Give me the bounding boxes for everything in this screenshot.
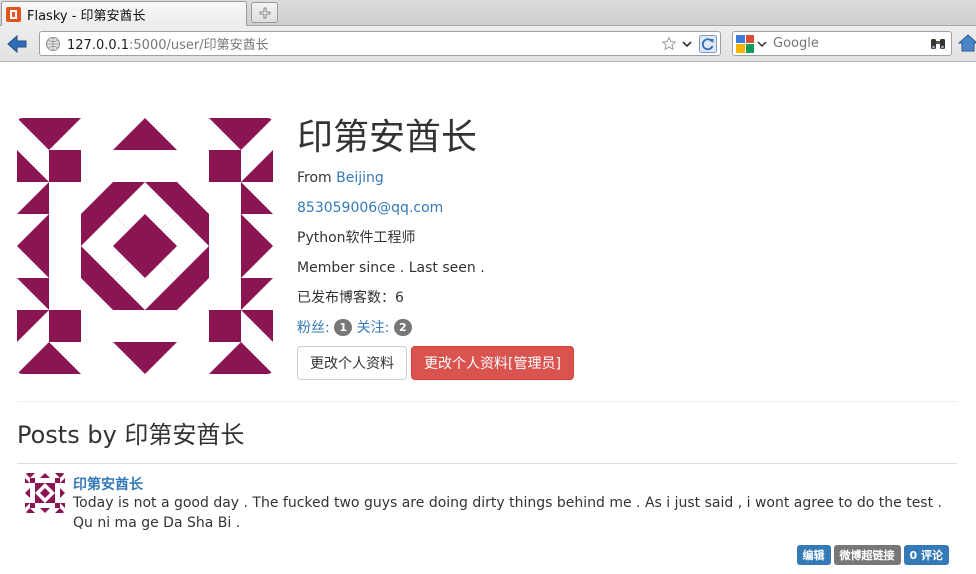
followers-label: 粉丝: xyxy=(297,320,330,336)
chevron-down-icon[interactable] xyxy=(757,39,767,49)
profile-info: 印第安酋长 From Beijing 853059006@qq.com Pyth… xyxy=(297,113,957,380)
back-button[interactable] xyxy=(4,32,30,56)
reload-icon[interactable] xyxy=(699,34,717,53)
location-link[interactable]: Beijing xyxy=(336,170,384,186)
url-path: :5000/user/印第安酋长 xyxy=(129,38,269,53)
plus-icon xyxy=(259,7,270,18)
profile-avatar xyxy=(17,118,273,374)
posts-heading: Posts by 印第安酋长 xyxy=(17,421,245,449)
member-since: Member since . Last seen . xyxy=(297,260,485,276)
search-engine-icon[interactable] xyxy=(736,34,754,53)
weibo-link-label[interactable]: 微博超链接 xyxy=(833,545,901,565)
firefox-favicon-icon xyxy=(6,6,21,22)
search-input[interactable] xyxy=(773,36,929,51)
tab-bar: Flasky - 印第安酋长 xyxy=(0,0,976,26)
following-link[interactable]: 关注: 2 xyxy=(356,319,412,336)
post-count: 已发布博客数：6 xyxy=(297,290,404,306)
comments-label[interactable]: 0 评论 xyxy=(903,545,949,565)
section-divider xyxy=(17,401,957,402)
post-body: Today is not a good day . The fucked two… xyxy=(73,495,942,531)
history-dropdown-icon[interactable] xyxy=(681,38,693,50)
from-label: From xyxy=(297,170,332,186)
profile-email-line: 853059006@qq.com xyxy=(297,198,957,218)
post-author-avatar[interactable] xyxy=(25,473,65,513)
followers-count-badge: 1 xyxy=(334,319,353,336)
url-text[interactable]: 127.0.0.1:5000/user/印第安酋长 xyxy=(67,34,661,53)
identicon-small-image xyxy=(25,473,65,513)
home-icon[interactable] xyxy=(958,33,976,53)
search-bar[interactable] xyxy=(732,31,952,56)
email-link[interactable]: 853059006@qq.com xyxy=(297,200,443,216)
edit-profile-admin-button[interactable]: 更改个人资料[管理员] xyxy=(411,346,574,380)
post-author-link[interactable]: 印第安酋长 xyxy=(73,474,143,494)
identicon-image xyxy=(17,118,273,374)
post-item: 印第安酋长 Today is not a good day . The fuck… xyxy=(17,464,957,574)
navigation-toolbar: 127.0.0.1:5000/user/印第安酋长 xyxy=(0,26,976,62)
following-count-badge: 2 xyxy=(393,319,412,336)
profile-location: From Beijing xyxy=(297,168,957,188)
binoculars-icon[interactable] xyxy=(929,35,947,53)
profile-actions: 更改个人资料 更改个人资料[管理员] xyxy=(297,346,957,380)
back-arrow-icon xyxy=(7,34,27,54)
browser-tab[interactable]: Flasky - 印第安酋长 xyxy=(1,1,247,26)
profile-username: 印第安酋长 xyxy=(297,117,478,158)
follow-stats: 粉丝: 1 关注: 2 xyxy=(297,318,957,338)
following-label: 关注: xyxy=(356,320,390,336)
bookmark-star-icon[interactable] xyxy=(661,35,677,52)
address-bar[interactable]: 127.0.0.1:5000/user/印第安酋长 xyxy=(39,31,721,56)
new-tab-button[interactable] xyxy=(251,2,278,23)
edit-profile-button[interactable]: 更改个人资料 xyxy=(297,346,407,380)
tab-title: Flasky - 印第安酋长 xyxy=(27,8,146,24)
post-footer: 编辑 微博超链接 0 评论 xyxy=(796,545,949,565)
edit-post-label[interactable]: 编辑 xyxy=(796,545,831,565)
followers-link[interactable]: 粉丝: 1 xyxy=(297,319,353,336)
url-host: 127.0.0.1 xyxy=(67,38,130,53)
globe-icon xyxy=(46,36,60,51)
profile-about: Python软件工程师 xyxy=(297,230,416,246)
